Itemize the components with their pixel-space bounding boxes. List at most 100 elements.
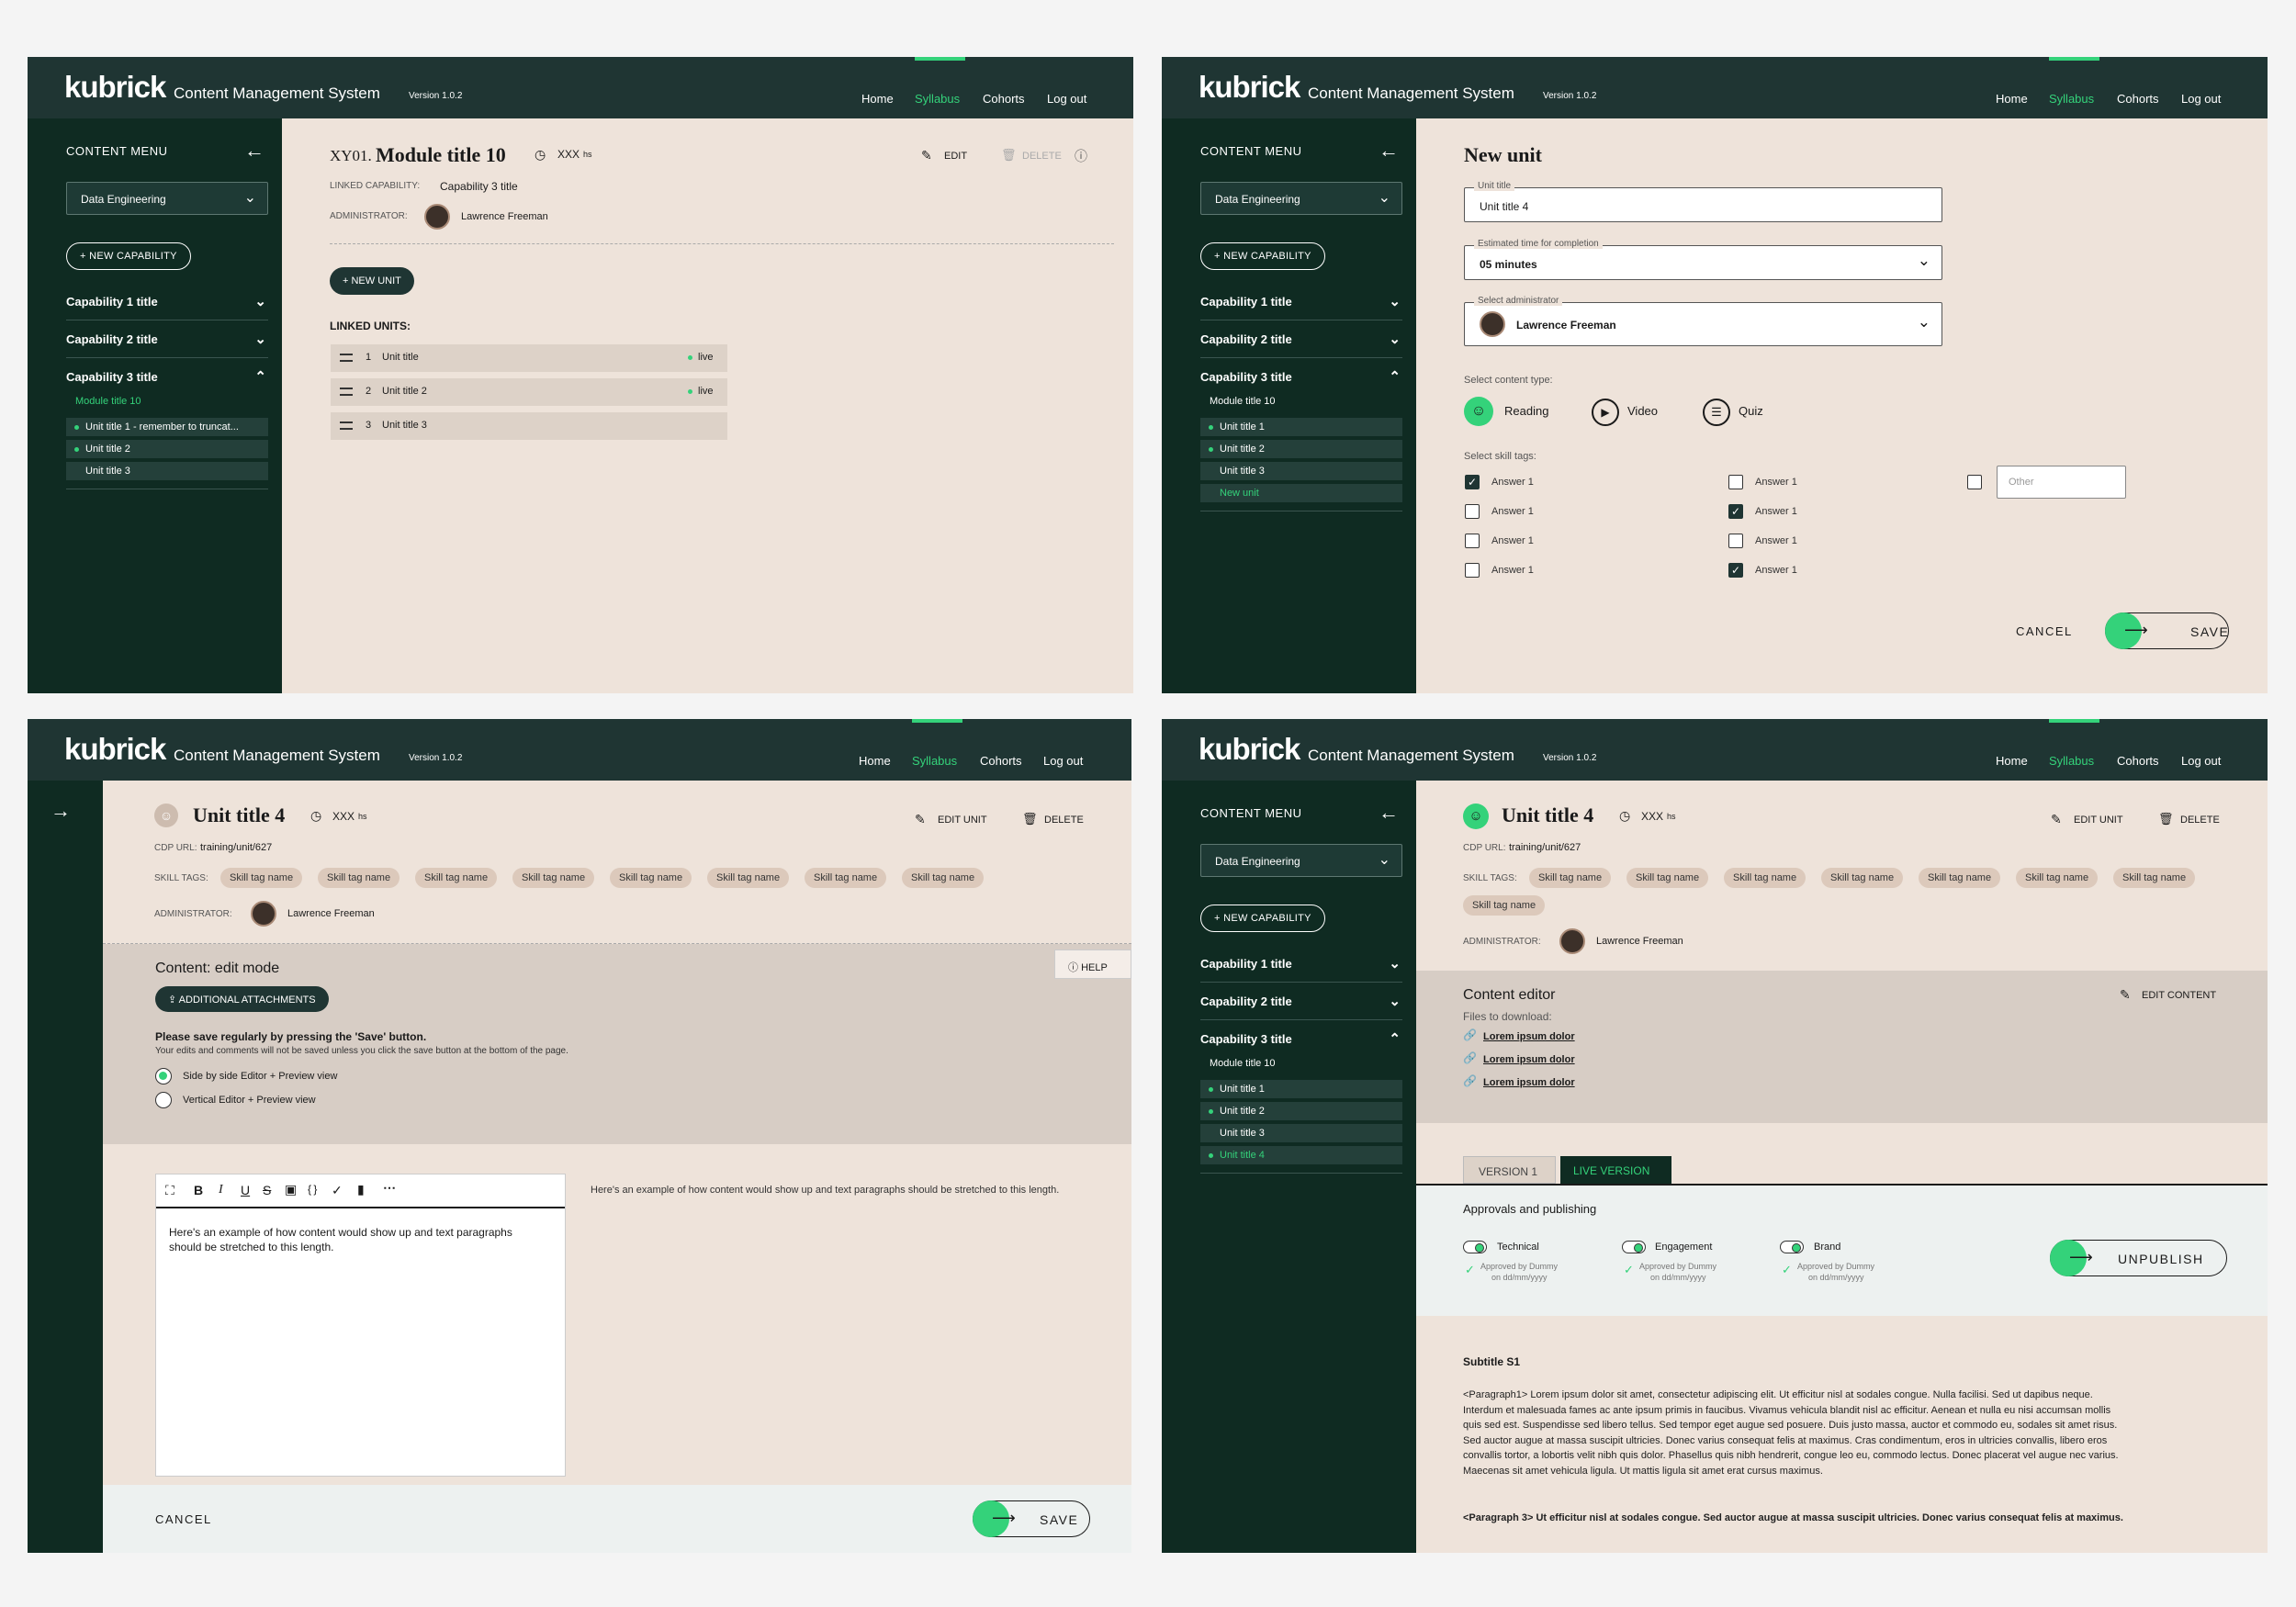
collapse-arrow-icon[interactable]: ← xyxy=(244,139,264,163)
capability-item-3[interactable]: Capability 3 title ⌃ xyxy=(1200,361,1402,396)
new-capability-button[interactable]: + NEW CAPABILITY xyxy=(66,242,191,270)
capability-item-1[interactable]: Capability 1 title ⌄ xyxy=(1200,948,1402,983)
view-radio-side-by-side[interactable] xyxy=(155,1068,172,1084)
other-input[interactable]: Other xyxy=(1997,466,2126,499)
drag-handle-icon[interactable] xyxy=(340,388,353,396)
module-item[interactable]: Module title 10 xyxy=(1210,396,1276,407)
file-link[interactable]: Lorem ipsum dolor xyxy=(1483,1077,1575,1088)
linked-capability-value[interactable]: Capability 3 title xyxy=(440,180,518,193)
nav-logout[interactable]: Log out xyxy=(2181,754,2221,768)
brand-toggle[interactable] xyxy=(1780,1241,1804,1253)
pencil-icon[interactable]: ✎ xyxy=(915,812,926,827)
tab-live-version[interactable]: LIVE VERSION xyxy=(1560,1156,1671,1184)
nav-home[interactable]: Home xyxy=(1996,754,2028,768)
strikethrough-icon[interactable]: S xyxy=(263,1183,271,1197)
editor-content[interactable]: Here's an example of how content would s… xyxy=(169,1225,536,1254)
nav-home[interactable]: Home xyxy=(1996,92,2028,106)
engagement-toggle[interactable] xyxy=(1622,1241,1646,1253)
kubrick-logo[interactable]: kubrick xyxy=(64,732,166,767)
unit-row[interactable]: 3 Unit title 3 xyxy=(331,412,727,440)
more-icon[interactable]: ⋯ xyxy=(383,1180,396,1196)
content-type-reading[interactable]: Reading xyxy=(1504,404,1548,418)
module-item-active[interactable]: Module title 10 xyxy=(75,396,141,407)
nav-home[interactable]: Home xyxy=(859,754,891,768)
completion-time-select[interactable]: Estimated time for completion 05 minutes… xyxy=(1464,239,1942,280)
sidebar-unit-2[interactable]: Unit title 2 xyxy=(1200,440,1402,458)
quiz-icon[interactable]: ☰ xyxy=(1703,399,1730,426)
sidebar-unit-3[interactable]: Unit title 3 xyxy=(1200,1124,1402,1142)
programme-dropdown[interactable]: Data Engineering ⌄ xyxy=(1200,844,1402,877)
image-icon[interactable]: ▣ xyxy=(285,1182,297,1197)
file-link[interactable]: Lorem ipsum dolor xyxy=(1483,1031,1575,1042)
sidebar-unit-new[interactable]: New unit xyxy=(1200,484,1402,502)
capability-item-3[interactable]: Capability 3 title ⌃ xyxy=(66,361,268,396)
pencil-icon[interactable]: ✎ xyxy=(921,148,932,163)
trash-icon[interactable]: 🗑 xyxy=(1022,812,1038,826)
answer-checkbox[interactable] xyxy=(1465,534,1480,548)
drag-handle-icon[interactable] xyxy=(340,354,353,362)
pencil-icon[interactable]: ✎ xyxy=(2120,987,2131,1003)
save-button[interactable]: ⟶ SAVE xyxy=(973,1500,1090,1537)
answer-checkbox[interactable]: ✓ xyxy=(1728,504,1743,519)
nav-logout[interactable]: Log out xyxy=(2181,92,2221,106)
underline-icon[interactable]: U xyxy=(241,1183,250,1197)
drag-handle-icon[interactable] xyxy=(340,421,353,430)
nav-home[interactable]: Home xyxy=(861,92,894,106)
nav-syllabus[interactable]: Syllabus xyxy=(915,92,960,106)
check-icon[interactable]: ✓ xyxy=(332,1183,343,1198)
code-icon[interactable]: { } xyxy=(308,1183,317,1196)
capability-item-1[interactable]: Capability 1 title ⌄ xyxy=(66,286,268,320)
answer-checkbox[interactable]: ✓ xyxy=(1728,563,1743,578)
nav-logout[interactable]: Log out xyxy=(1043,754,1083,768)
reading-icon[interactable]: ☺ xyxy=(1464,397,1493,426)
nav-cohorts[interactable]: Cohorts xyxy=(2117,92,2159,106)
other-checkbox[interactable] xyxy=(1967,475,1982,489)
sidebar-unit-1[interactable]: Unit title 1 xyxy=(1200,418,1402,436)
save-button[interactable]: ⟶ SAVE xyxy=(2105,612,2229,649)
programme-dropdown[interactable]: Data Engineering ⌄ xyxy=(66,182,268,215)
technical-toggle[interactable] xyxy=(1463,1241,1487,1253)
capability-item-3[interactable]: Capability 3 title ⌃ xyxy=(1200,1023,1402,1058)
sidebar-unit-2[interactable]: Unit title 2 xyxy=(66,440,268,458)
kubrick-logo[interactable]: kubrick xyxy=(1199,732,1300,767)
unit-row[interactable]: 1 Unit title live xyxy=(331,344,727,372)
capability-item-2[interactable]: Capability 2 title ⌄ xyxy=(1200,323,1402,358)
new-capability-button[interactable]: + NEW CAPABILITY xyxy=(1200,905,1325,932)
sidebar-unit-3[interactable]: Unit title 3 xyxy=(1200,462,1402,480)
help-button[interactable]: ⓘ HELP xyxy=(1054,950,1131,979)
nav-logout[interactable]: Log out xyxy=(1047,92,1086,106)
fullscreen-icon[interactable]: ⛶ xyxy=(165,1183,174,1198)
unit-title-field[interactable]: Unit title Unit title 4 xyxy=(1464,181,1942,222)
capability-item-1[interactable]: Capability 1 title ⌄ xyxy=(1200,286,1402,320)
bookmark-icon[interactable]: ▮ xyxy=(357,1182,365,1197)
content-type-quiz[interactable]: Quiz xyxy=(1739,404,1763,418)
capability-item-2[interactable]: Capability 2 title ⌄ xyxy=(66,323,268,358)
content-type-video[interactable]: Video xyxy=(1627,404,1658,418)
expand-arrow-icon[interactable]: → xyxy=(51,799,71,823)
answer-checkbox[interactable] xyxy=(1465,563,1480,578)
nav-syllabus[interactable]: Syllabus xyxy=(2049,92,2094,106)
answer-checkbox[interactable]: ✓ xyxy=(1465,475,1480,489)
info-icon[interactable]: ⓘ xyxy=(1075,147,1087,165)
sidebar-unit-2[interactable]: Unit title 2 xyxy=(1200,1102,1402,1120)
delete-button[interactable]: DELETE xyxy=(1044,815,1084,826)
sidebar-unit-3[interactable]: Unit title 3 xyxy=(66,462,268,480)
bold-icon[interactable]: B xyxy=(194,1183,203,1197)
sidebar-unit-1[interactable]: Unit title 1 xyxy=(1200,1080,1402,1098)
capability-item-2[interactable]: Capability 2 title ⌄ xyxy=(1200,985,1402,1020)
unpublish-button[interactable]: ⟶ UNPUBLISH xyxy=(2050,1240,2227,1276)
nav-syllabus[interactable]: Syllabus xyxy=(2049,754,2094,768)
delete-button[interactable]: DELETE xyxy=(2180,815,2220,826)
file-link[interactable]: Lorem ipsum dolor xyxy=(1483,1054,1575,1065)
sidebar-unit-4-active[interactable]: Unit title 4 xyxy=(1200,1146,1402,1164)
programme-dropdown[interactable]: Data Engineering ⌄ xyxy=(1200,182,1402,215)
edit-unit-button[interactable]: EDIT UNIT xyxy=(938,815,987,826)
collapse-arrow-icon[interactable]: ← xyxy=(1379,139,1399,163)
kubrick-logo[interactable]: kubrick xyxy=(64,70,166,105)
nav-syllabus[interactable]: Syllabus xyxy=(912,754,957,768)
pencil-icon[interactable]: ✎ xyxy=(2051,812,2062,827)
answer-checkbox[interactable] xyxy=(1465,504,1480,519)
tab-version-1[interactable]: VERSION 1 xyxy=(1463,1156,1556,1184)
edit-unit-button[interactable]: EDIT UNIT xyxy=(2074,815,2123,826)
new-unit-button[interactable]: + NEW UNIT xyxy=(330,267,414,295)
